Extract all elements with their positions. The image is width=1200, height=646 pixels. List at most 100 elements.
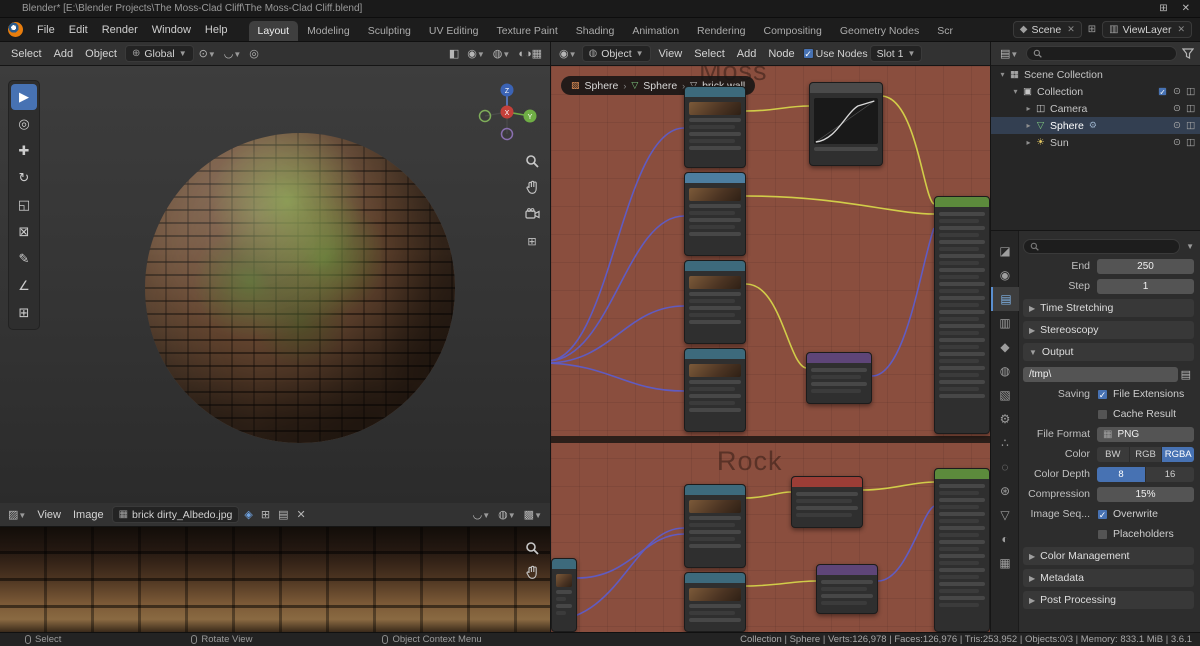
section-post-processing[interactable]: ▶ Post Processing [1023, 591, 1194, 609]
depth-8-button[interactable]: 8 [1097, 466, 1146, 482]
fake-user-shield-icon[interactable]: ◈ [241, 508, 255, 521]
frame-step-field[interactable]: 1 [1097, 278, 1194, 294]
select-box-tool[interactable]: ▶ [11, 84, 37, 110]
frame-end-field[interactable]: 250 [1097, 258, 1194, 274]
properties-tab-object[interactable]: ▧ [991, 383, 1019, 407]
hide-eye-icon[interactable]: ⊙ [1173, 86, 1181, 97]
color-rgba-button[interactable]: RGBA [1162, 446, 1194, 462]
viewport-menu-object[interactable]: Object [79, 45, 123, 63]
workspace-tab-compositing[interactable]: Compositing [755, 21, 831, 42]
expander-icon[interactable]: ▾ [997, 70, 1008, 79]
zoom-icon[interactable] [523, 152, 541, 170]
camera-view-icon[interactable] [523, 205, 541, 223]
node-menu-select[interactable]: Select [688, 45, 731, 63]
viewport-menu-add[interactable]: Add [48, 45, 80, 63]
outliner-search-input[interactable] [1026, 46, 1177, 61]
section-stereoscopy[interactable]: ▶ Stereoscopy [1023, 321, 1194, 339]
shader-node[interactable] [684, 572, 746, 632]
outliner-item-sun[interactable]: ▸ ☀ Sun ⊙ ◫ [991, 134, 1200, 151]
shader-node[interactable] [934, 468, 990, 632]
editor-type-icon[interactable]: ▨▼ [5, 508, 29, 521]
expander-icon[interactable]: ▸ [1023, 121, 1034, 130]
expander-icon[interactable]: ▸ [1023, 104, 1034, 113]
image-menu-view[interactable]: View [31, 506, 67, 524]
workspace-tab-rendering[interactable]: Rendering [688, 21, 754, 42]
section-time-stretching[interactable]: ▶ Time Stretching [1023, 299, 1194, 317]
compression-slider[interactable]: 15% [1097, 486, 1194, 502]
zoom-icon[interactable] [523, 539, 541, 557]
scene-selector[interactable]: ◆ Scene ✕ [1012, 21, 1082, 38]
breadcrumb-object[interactable]: Sphere [585, 80, 619, 92]
shader-node[interactable] [684, 86, 746, 168]
shader-node[interactable] [551, 558, 577, 632]
display-channels-icon[interactable]: ◍▼ [495, 508, 519, 521]
viewlayer-selector[interactable]: ▥ ViewLayer ✕ [1102, 21, 1192, 38]
hide-eye-icon[interactable]: ⊙ [1173, 103, 1181, 114]
properties-tab-constraints[interactable]: ⊛ [991, 479, 1019, 503]
shader-node[interactable] [809, 82, 883, 166]
collection-checkbox[interactable]: ✓ [1158, 87, 1167, 96]
file-format-dropdown[interactable]: ▦ PNG [1097, 426, 1194, 442]
node-menu-add[interactable]: Add [731, 45, 763, 63]
moss-brick-sphere-object[interactable] [145, 133, 455, 443]
workspace-tab-uv-editing[interactable]: UV Editing [420, 21, 488, 42]
transform-orientation-dropdown[interactable]: ⊕ Global ▼ [124, 45, 194, 62]
move-tool[interactable]: ✚ [11, 138, 37, 164]
color-rgb-button[interactable]: RGB [1130, 446, 1163, 462]
editor-type-icon[interactable]: ◉▼ [556, 47, 580, 60]
image-editor-canvas[interactable] [0, 527, 550, 632]
toggle-grid-icon[interactable]: ⊞ [523, 232, 541, 250]
workspace-tab-modeling[interactable]: Modeling [298, 21, 359, 42]
rotate-tool[interactable]: ↻ [11, 165, 37, 191]
workspace-tab-sculpting[interactable]: Sculpting [359, 21, 420, 42]
new-scene-icon[interactable]: ⊞ [1088, 24, 1096, 35]
pan-hand-icon[interactable] [523, 178, 541, 196]
disable-render-icon[interactable]: ◫ [1186, 103, 1195, 114]
file-extensions-checkbox[interactable]: ✓ [1097, 388, 1108, 400]
snap-magnet-icon[interactable]: ◡▼ [221, 47, 245, 60]
properties-tab-particles[interactable]: ∴ [991, 431, 1019, 455]
breadcrumb-data[interactable]: Sphere [643, 80, 677, 92]
properties-tab-texture[interactable]: ▦ [991, 551, 1019, 575]
image-options-icon[interactable]: ▩▼ [521, 508, 545, 521]
menu-file[interactable]: File [30, 21, 62, 39]
scene-unlink-icon[interactable]: ✕ [1067, 24, 1075, 35]
overlays-toggle-icon[interactable]: ◍▼ [490, 47, 514, 60]
properties-options-icon[interactable]: ▼ [1186, 242, 1194, 251]
shader-node-canvas[interactable]: Moss Rock ▧ Sphere › ▽ Sphere › ▽ brick [550, 66, 990, 632]
outliner-display-mode-icon[interactable]: ▤▼ [997, 47, 1021, 60]
properties-search-input[interactable] [1023, 238, 1181, 254]
shader-node[interactable] [816, 564, 878, 614]
menu-help[interactable]: Help [198, 21, 235, 39]
viewport-menu-select[interactable]: Select [5, 45, 48, 63]
scale-tool[interactable]: ◱ [11, 192, 37, 218]
slot-dropdown[interactable]: Slot 1 ▼ [869, 45, 923, 62]
properties-tab-physics[interactable]: ◌ [991, 455, 1019, 479]
image-datablock-selector[interactable]: ▦ brick dirty_Albedo.jpg [111, 506, 240, 523]
viewport-3d[interactable]: ▶ ◎ ✚ ↻ ◱ ⊠ ✎ ∠ ⊞ Z Y X ⊞ [0, 66, 550, 503]
shader-node[interactable] [684, 484, 746, 568]
outliner-item-camera[interactable]: ▸ ◫ Camera ⊙ ◫ [991, 100, 1200, 117]
menu-window[interactable]: Window [145, 21, 198, 39]
overwrite-checkbox[interactable]: ✓ [1097, 508, 1108, 520]
snap-icon[interactable]: ◡▼ [470, 508, 494, 521]
color-bw-button[interactable]: BW [1097, 446, 1130, 462]
disable-render-icon[interactable]: ◫ [1186, 120, 1195, 131]
shading-mode-icons[interactable]: ◐◑▦ [515, 47, 545, 60]
properties-tab-tool[interactable]: ◪ [991, 239, 1019, 263]
section-color-management[interactable]: ▶ Color Management [1023, 547, 1194, 565]
properties-tab-output[interactable]: ▤ [991, 287, 1019, 311]
hide-eye-icon[interactable]: ⊙ [1173, 137, 1181, 148]
viewlayer-unlink-icon[interactable]: ✕ [1177, 24, 1185, 35]
transform-tool[interactable]: ⊠ [11, 219, 37, 245]
placeholders-checkbox[interactable] [1097, 528, 1108, 540]
open-image-folder-icon[interactable]: ▤ [275, 508, 291, 521]
pivot-point-icon[interactable]: ⊙▼ [196, 47, 219, 60]
unlink-image-icon[interactable]: ✕ [294, 508, 309, 521]
restore-window-icon[interactable]: ⊞ [1159, 3, 1167, 14]
disable-render-icon[interactable]: ◫ [1186, 137, 1195, 148]
properties-tab-render[interactable]: ◉ [991, 263, 1019, 287]
workspace-tab-shading[interactable]: Shading [567, 21, 624, 42]
image-menu-image[interactable]: Image [67, 506, 110, 524]
duplicate-image-icon[interactable]: ⊞ [258, 508, 273, 521]
